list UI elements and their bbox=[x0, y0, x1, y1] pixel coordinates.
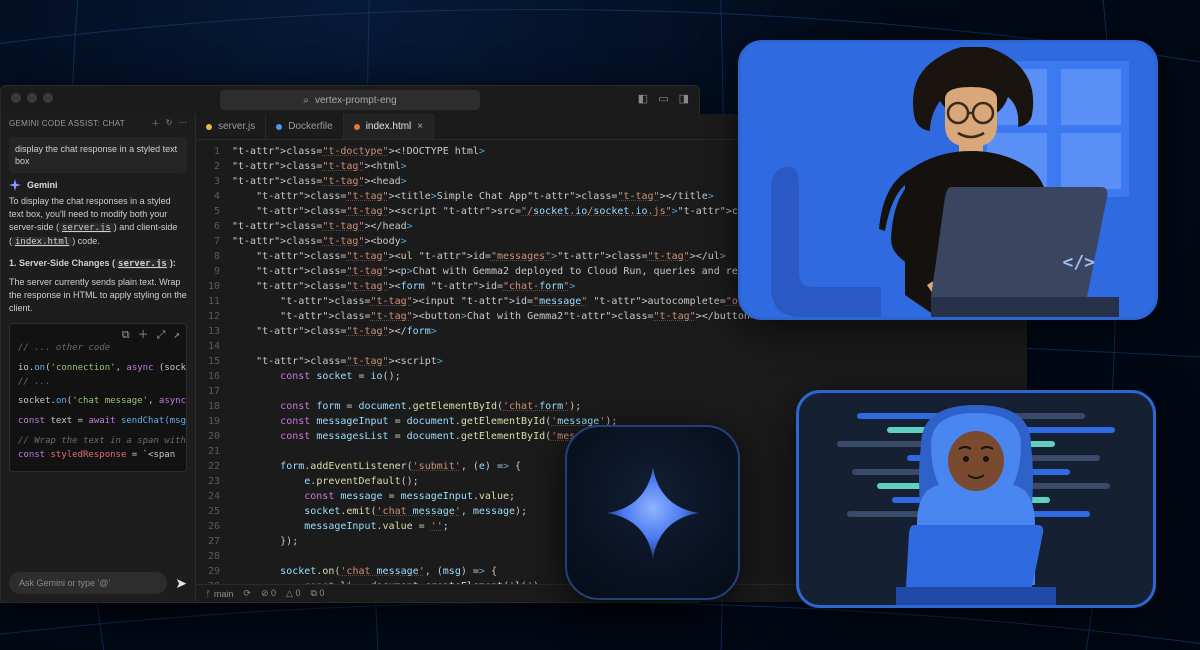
tab-label: server.js bbox=[218, 121, 255, 132]
layout-left-icon[interactable]: ◧ bbox=[638, 92, 648, 105]
tab-label: Dockerfile bbox=[288, 121, 332, 132]
close-icon[interactable]: × bbox=[417, 121, 423, 132]
branch-indicator[interactable]: ᚶ main bbox=[206, 589, 233, 599]
file-icon bbox=[354, 124, 360, 130]
chat-ai-message: To display the chat responses in a style… bbox=[9, 195, 187, 314]
search-text: vertex-prompt-eng bbox=[315, 95, 397, 106]
tab-index-html[interactable]: index.html × bbox=[344, 114, 434, 139]
illustration-dev-2 bbox=[796, 390, 1156, 608]
tab-label: index.html bbox=[366, 121, 412, 132]
ports-indicator[interactable]: ⧉ 0 bbox=[310, 588, 324, 599]
tab-dockerfile[interactable]: Dockerfile bbox=[266, 114, 343, 139]
chat-input-placeholder: Ask Gemini or type '@' bbox=[19, 578, 110, 588]
errors-indicator[interactable]: ⊘ 0 bbox=[261, 588, 276, 599]
chat-panel-header: GEMINI CODE ASSIST: CHAT ＋ ↻ ⋯ bbox=[1, 114, 195, 133]
traffic-zoom[interactable] bbox=[43, 93, 53, 103]
chat-user-text: display the chat response in a styled te… bbox=[15, 144, 177, 166]
chat-user-message: display the chat response in a styled te… bbox=[9, 137, 187, 173]
chat-ai-header: Gemini bbox=[9, 179, 187, 191]
insert-icon[interactable]: ＋ bbox=[138, 326, 149, 343]
gemini-icon bbox=[9, 179, 21, 191]
expand-icon[interactable]: ↗ bbox=[173, 326, 180, 343]
chat-input[interactable]: Ask Gemini or type '@' bbox=[9, 572, 167, 594]
command-center-search[interactable]: ⌕ vertex-prompt-eng bbox=[220, 90, 480, 110]
traffic-minimize[interactable] bbox=[27, 93, 37, 103]
sync-icon[interactable]: ⟳ bbox=[243, 588, 251, 599]
layout-right-icon[interactable]: ◨ bbox=[679, 92, 689, 105]
file-icon bbox=[276, 124, 282, 130]
tab-server-js[interactable]: server.js bbox=[196, 114, 266, 139]
copy-icon[interactable]: ⧉ bbox=[122, 326, 130, 343]
window-traffic-lights bbox=[11, 93, 53, 103]
illustration-dev-1: </> bbox=[738, 40, 1158, 320]
chat-ai-name: Gemini bbox=[27, 180, 58, 190]
gemini-logo-icon bbox=[607, 467, 699, 559]
chat-panel: GEMINI CODE ASSIST: CHAT ＋ ↻ ⋯ display t… bbox=[1, 114, 196, 602]
code-glyph-icon: </> bbox=[1062, 252, 1095, 273]
diff-icon[interactable]: ⤢ bbox=[157, 326, 166, 343]
new-chat-icon[interactable]: ＋ bbox=[151, 118, 159, 129]
gemini-logo-card bbox=[565, 425, 740, 600]
laptop-2 bbox=[896, 525, 1056, 605]
chat-code-block: ⧉ ＋ ⤢ ↗ // ... other code io.on('connect… bbox=[9, 323, 187, 473]
history-icon[interactable]: ↻ bbox=[166, 118, 173, 129]
chat-send-button[interactable]: ➤ bbox=[175, 575, 187, 592]
layout-bottom-icon[interactable]: ▭ bbox=[658, 92, 668, 105]
line-gutter: 1234567891011121314151617181920212223242… bbox=[196, 140, 228, 584]
chat-panel-title: GEMINI CODE ASSIST: CHAT bbox=[9, 119, 125, 128]
file-icon bbox=[206, 124, 212, 130]
search-icon: ⌕ bbox=[303, 95, 309, 106]
warnings-indicator[interactable]: △ 0 bbox=[286, 588, 300, 599]
kebab-icon[interactable]: ⋯ bbox=[179, 118, 187, 129]
title-bar-actions: ◧ ▭ ◨ bbox=[638, 92, 689, 105]
traffic-close[interactable] bbox=[11, 93, 21, 103]
chat-ai-heading: 1. Server-Side Changes (server.js): bbox=[9, 257, 187, 271]
